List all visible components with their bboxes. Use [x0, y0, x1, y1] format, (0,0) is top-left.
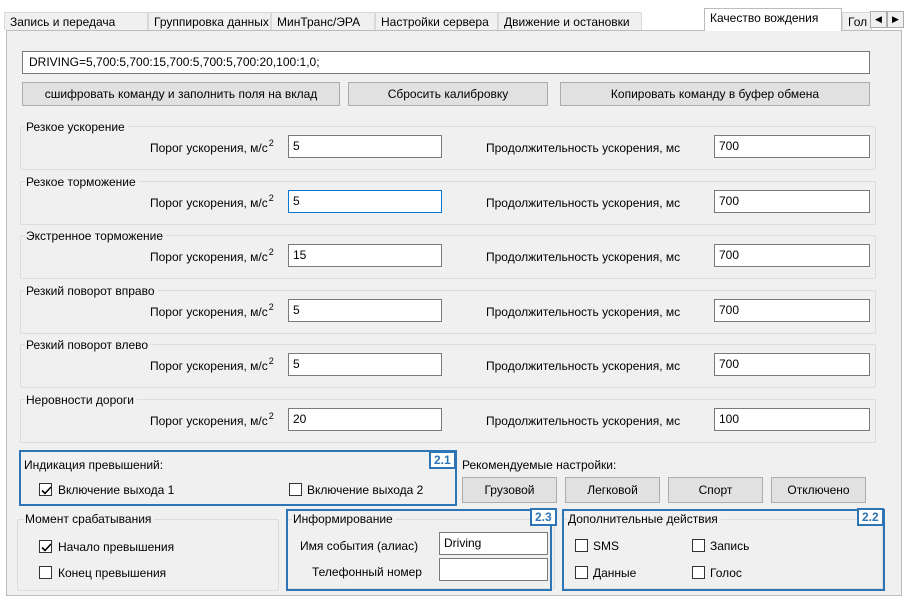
road-bumps-duration-input[interactable]: 100: [714, 408, 870, 431]
threshold-label-text: Порог ускорения, м/с: [150, 250, 268, 264]
road-bumps-duration-label: Продолжительность ускорения, мс: [486, 414, 681, 428]
road-bumps-threshold-label: Порог ускорения, м/с2: [150, 411, 274, 429]
callout-2-2: [562, 509, 885, 591]
threshold-label-text: Порог ускорения, м/с: [150, 414, 268, 428]
trigger-title: Момент срабатывания: [24, 512, 155, 526]
sharp-brake-duration-input[interactable]: 700: [714, 190, 870, 213]
start-exceed-checkbox[interactable]: [39, 540, 52, 553]
turn-right-duration-label: Продолжительность ускорения, мс: [486, 305, 681, 319]
tab-mintrans-era[interactable]: МинТранс/ЭРА: [271, 12, 375, 30]
tab-scroll-right-icon[interactable]: ▶: [887, 11, 904, 28]
turn-left-threshold-input[interactable]: 5: [288, 353, 442, 376]
tab-truncated[interactable]: Гол: [842, 12, 872, 30]
callout-2-1: [19, 450, 457, 506]
callout-tag-2-1: 2.1: [429, 451, 456, 469]
preset-truck-button[interactable]: Грузовой: [462, 477, 557, 503]
sharp-accel-duration-input[interactable]: 700: [714, 135, 870, 158]
road-bumps-threshold-input[interactable]: 20: [288, 408, 442, 431]
road-bumps-title: Неровности дороги: [25, 393, 137, 407]
start-exceed-label: Начало превышения: [58, 540, 175, 554]
sharp-brake-threshold-input[interactable]: 5: [288, 190, 442, 213]
recommended-title: Рекомендуемые настройки:: [462, 458, 617, 472]
emergency-brake-duration-input[interactable]: 700: [714, 244, 870, 267]
threshold-label-text: Порог ускорения, м/с: [150, 141, 268, 155]
turn-left-threshold-label: Порог ускорения, м/с2: [150, 356, 274, 374]
turn-right-threshold-input[interactable]: 5: [288, 299, 442, 322]
tab-scroll-left-icon[interactable]: ◀: [870, 11, 887, 28]
decode-command-button[interactable]: сшифровать команду и заполнить поля на в…: [22, 82, 340, 106]
preset-off-button[interactable]: Отключено: [771, 477, 866, 503]
tab-record-transfer[interactable]: Запись и передача: [4, 12, 148, 30]
tab-data-grouping[interactable]: Группировка данных: [148, 12, 271, 30]
threshold-unit-superscript: 2: [268, 411, 274, 421]
turn-left-title: Резкий поворот влево: [25, 338, 152, 352]
tab-server-settings[interactable]: Настройки сервера: [375, 12, 498, 30]
callout-2-3: [286, 509, 552, 591]
emergency-brake-threshold-input[interactable]: 15: [288, 244, 442, 267]
threshold-label-text: Порог ускорения, м/с: [150, 305, 268, 319]
turn-left-duration-input[interactable]: 700: [714, 353, 870, 376]
turn-right-duration-input[interactable]: 700: [714, 299, 870, 322]
end-exceed-checkbox[interactable]: [39, 566, 52, 579]
callout-tag-2-2: 2.2: [857, 508, 884, 526]
threshold-unit-superscript: 2: [268, 302, 274, 312]
sharp-accel-threshold-input[interactable]: 5: [288, 135, 442, 158]
threshold-unit-superscript: 2: [268, 138, 274, 148]
threshold-unit-superscript: 2: [268, 356, 274, 366]
callout-tag-2-3: 2.3: [530, 508, 557, 526]
sharp-accel-title: Резкое ускорение: [25, 120, 128, 134]
threshold-label-text: Порог ускорения, м/с: [150, 359, 268, 373]
threshold-unit-superscript: 2: [268, 247, 274, 257]
sharp-brake-threshold-label: Порог ускорения, м/с2: [150, 193, 274, 211]
command-input[interactable]: DRIVING=5,700:5,700:15,700:5,700:5,700:2…: [22, 51, 870, 74]
preset-sport-button[interactable]: Спорт: [668, 477, 763, 503]
tab-motion-stops[interactable]: Движение и остановки: [498, 12, 642, 30]
preset-car-button[interactable]: Легковой: [565, 477, 660, 503]
emergency-brake-duration-label: Продолжительность ускорения, мс: [486, 250, 681, 264]
threshold-unit-superscript: 2: [268, 193, 274, 203]
sharp-brake-duration-label: Продолжительность ускорения, мс: [486, 196, 681, 210]
turn-right-title: Резкий поворот вправо: [25, 284, 158, 298]
sharp-accel-threshold-label: Порог ускорения, м/с2: [150, 138, 274, 156]
emergency-brake-threshold-label: Порог ускорения, м/с2: [150, 247, 274, 265]
turn-right-threshold-label: Порог ускорения, м/с2: [150, 302, 274, 320]
sharp-accel-duration-label: Продолжительность ускорения, мс: [486, 141, 681, 155]
emergency-brake-title: Экстренное торможение: [25, 229, 166, 243]
copy-command-button[interactable]: Копировать команду в буфер обмена: [560, 82, 870, 106]
reset-calibration-button[interactable]: Сбросить калибровку: [348, 82, 548, 106]
trigger-group: [17, 519, 279, 591]
threshold-label-text: Порог ускорения, м/с: [150, 196, 268, 210]
tab-bar: Запись и передача Группировка данных Мин…: [4, 8, 908, 31]
turn-left-duration-label: Продолжительность ускорения, мс: [486, 359, 681, 373]
sharp-brake-title: Резкое торможение: [25, 175, 139, 189]
end-exceed-label: Конец превышения: [58, 566, 167, 580]
tab-driving-quality[interactable]: Качество вождения: [704, 8, 842, 31]
